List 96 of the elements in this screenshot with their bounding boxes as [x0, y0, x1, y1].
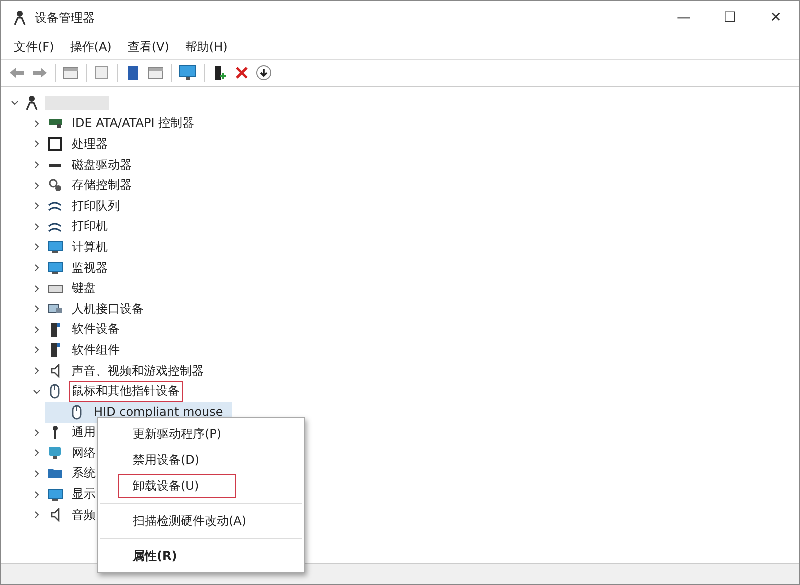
chevron-right-icon[interactable]	[33, 202, 41, 210]
tree-item[interactable]: 键盘	[23, 278, 105, 299]
redacted-block	[45, 96, 109, 110]
tree-item-label: HID compliant mouse	[93, 404, 224, 422]
folder-icon	[48, 469, 62, 478]
monitor-icon	[48, 262, 62, 274]
chevron-right-icon[interactable]	[33, 326, 41, 334]
chevron-right-icon[interactable]	[33, 428, 41, 437]
window-title: 设备管理器	[35, 10, 95, 26]
monitor-icon	[48, 241, 62, 254]
context-menu-item[interactable]: 扫描检测硬件改动(A)	[118, 509, 254, 533]
chevron-down-icon[interactable]	[11, 99, 19, 108]
tree-item-label: 磁盘驱动器	[71, 156, 133, 174]
tree-item-label: 系统	[71, 465, 97, 482]
chevron-right-icon[interactable]	[33, 305, 41, 314]
monitor-icon[interactable]	[179, 65, 197, 81]
window-icon[interactable]	[148, 66, 164, 80]
tree-item[interactable]: 系统	[23, 464, 105, 484]
device-plus-icon[interactable]	[212, 65, 228, 81]
document-icon[interactable]	[94, 66, 110, 80]
chevron-right-icon[interactable]	[33, 284, 41, 293]
close-button[interactable]: ✕	[753, 1, 799, 35]
tree-item-label: 存储控制器	[71, 177, 133, 194]
download-icon[interactable]	[256, 65, 272, 81]
tree-item-label: 鼠标和其他指针设备	[69, 381, 183, 402]
card-icon	[48, 119, 62, 128]
chevron-right-icon[interactable]	[33, 511, 41, 520]
chevron-right-icon[interactable]	[33, 120, 41, 128]
menu-item[interactable]: 帮助(H)	[178, 36, 235, 58]
tree-item-label: 处理器	[71, 136, 109, 153]
chevron-right-icon[interactable]	[33, 182, 41, 190]
square-icon	[48, 137, 62, 152]
tree-item[interactable]: 网络	[23, 443, 105, 464]
chevron-right-icon[interactable]	[33, 449, 41, 458]
tree-item-label: 显示	[71, 486, 97, 504]
chevron-down-icon[interactable]	[33, 388, 41, 396]
speaker-icon	[50, 364, 60, 378]
menu-item[interactable]: 操作(A)	[63, 36, 119, 58]
tree-item-label: 键盘	[71, 280, 97, 298]
tree-item-label: 人机接口设备	[71, 300, 145, 318]
mouse-icon	[72, 404, 82, 420]
tree-item-label: 打印机	[71, 218, 109, 236]
chevron-right-icon[interactable]	[33, 470, 41, 478]
forward-arrow-icon[interactable]	[32, 66, 48, 80]
window-icon[interactable]	[63, 66, 79, 80]
mouse-icon	[50, 384, 60, 400]
tree-item[interactable]: 人机接口设备	[23, 298, 153, 320]
tree-item-label: 监视器	[71, 260, 109, 277]
tree-item[interactable]: 软件组件	[23, 340, 129, 361]
tree-item-label: 打印队列	[71, 198, 121, 215]
tree-item[interactable]: 音频	[23, 504, 105, 526]
tree-item[interactable]: 计算机	[23, 237, 117, 258]
chevron-right-icon[interactable]	[33, 346, 41, 354]
chevron-right-icon[interactable]	[33, 161, 41, 170]
tree-item[interactable]: 显示	[23, 484, 105, 505]
chevron-right-icon[interactable]	[33, 243, 41, 252]
tree-item[interactable]: 声音、视频和游戏控制器	[23, 360, 213, 382]
context-menu-item[interactable]: 禁用设备(D)	[118, 448, 236, 472]
context-menu-item[interactable]: 更新驱动程序(P)	[118, 422, 236, 446]
tree-item-label: 网络	[71, 444, 97, 462]
tree-item-label: 声音、视频和游戏控制器	[71, 362, 205, 380]
tree-item[interactable]: 存储控制器	[23, 175, 141, 196]
tree-item-label: 通用	[71, 424, 97, 442]
tree-item[interactable]: 磁盘驱动器	[23, 154, 141, 176]
back-arrow-icon[interactable]	[9, 66, 25, 80]
tree-item[interactable]: 处理器	[23, 134, 117, 155]
tree-item-label: 软件组件	[71, 342, 121, 359]
tree-item[interactable]: 打印机	[23, 216, 117, 238]
person-icon	[25, 95, 39, 112]
tree-item[interactable]: 软件设备	[23, 320, 129, 340]
menu-item[interactable]: 查看(V)	[120, 36, 176, 58]
chevron-right-icon[interactable]	[33, 490, 41, 499]
context-menu-item[interactable]: 卸载设备(U)	[118, 474, 236, 498]
tree-item[interactable]: 打印队列	[23, 196, 129, 217]
chevron-right-icon[interactable]	[33, 367, 41, 376]
tree-item[interactable]: IDE ATA/ATAPI 控制器	[23, 114, 204, 134]
maximize-button[interactable]: ☐	[707, 1, 753, 35]
speaker-icon	[50, 508, 60, 522]
tree-item[interactable]: 通用	[23, 422, 105, 444]
tree-item-label: IDE ATA/ATAPI 控制器	[71, 115, 196, 132]
context-menu-item[interactable]: 属性(R)	[118, 544, 236, 568]
delete-icon[interactable]	[235, 66, 249, 80]
tree-item-label: 软件设备	[71, 321, 121, 338]
tree-item-label: 计算机	[71, 238, 109, 256]
chevron-right-icon[interactable]	[33, 140, 41, 148]
chevron-right-icon[interactable]	[33, 264, 41, 272]
tree-item[interactable]: 鼠标和其他指针设备	[23, 381, 189, 402]
chip-icon	[50, 343, 60, 358]
chip-icon	[50, 322, 60, 337]
monitor-icon	[48, 488, 62, 501]
chevron-right-icon[interactable]	[33, 222, 41, 231]
minimize-button[interactable]: —	[661, 1, 707, 35]
person-icon	[13, 10, 27, 26]
menu-item[interactable]: 文件(F)	[7, 36, 62, 58]
tree-item[interactable]: 监视器	[23, 258, 117, 278]
tree-item-label: 音频	[71, 506, 97, 524]
